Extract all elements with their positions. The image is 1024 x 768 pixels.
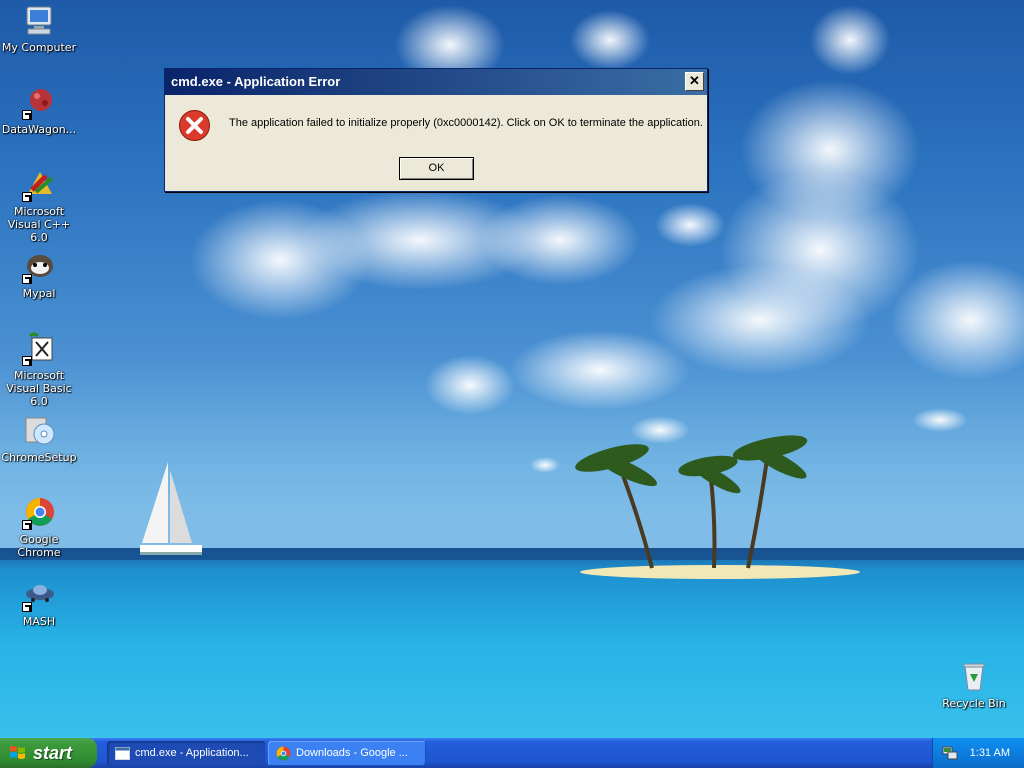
- error-icon: [179, 110, 210, 141]
- desktop-icon-label: DataWagon...: [1, 123, 77, 136]
- chrome-icon: [276, 746, 291, 761]
- desktop-icon-label: Google Chrome: [17, 533, 61, 559]
- taskbar-button-cmd[interactable]: cmd.exe - Application...: [107, 741, 265, 766]
- window-icon: [115, 747, 130, 760]
- desktop-icon-label: Mypal: [22, 287, 56, 300]
- desktop-icon-chromesetup[interactable]: ChromeSetup: [0, 414, 78, 464]
- task-label: cmd.exe - Application...: [135, 747, 249, 759]
- desktop-icon-mash[interactable]: MASH: [0, 578, 78, 628]
- windows-logo-icon: [10, 746, 25, 759]
- desktop-icon-label: Microsoft Visual C++ 6.0: [7, 205, 71, 244]
- desktop-icon-visual-basic[interactable]: Microsoft Visual Basic 6.0: [0, 332, 78, 408]
- recycle-bin-icon: [957, 660, 991, 694]
- desktop-icon-google-chrome[interactable]: Google Chrome: [0, 496, 78, 559]
- start-label: start: [33, 743, 73, 763]
- my-computer-icon: [22, 4, 56, 38]
- desktop-icon-my-computer[interactable]: My Computer: [0, 4, 78, 54]
- clock[interactable]: 1:31 AM: [970, 738, 1010, 768]
- desktop-icon-label: Recycle Bin: [942, 697, 1006, 710]
- close-button[interactable]: ✕: [685, 72, 704, 91]
- taskbar-button-downloads[interactable]: Downloads - Google ...: [268, 741, 426, 766]
- desktop-icon-label: My Computer: [1, 41, 77, 54]
- error-dialog: cmd.exe - Application Error ✕ The applic…: [164, 68, 708, 192]
- desktop-icon-label: ChromeSetup: [1, 451, 77, 464]
- desktop: My Computer DataWagon... Microsoft Visua…: [0, 0, 1024, 738]
- system-tray: 1:31 AM: [932, 738, 1024, 768]
- network-icon[interactable]: [942, 745, 958, 761]
- mypal-icon: [22, 250, 56, 284]
- start-button[interactable]: start: [0, 738, 97, 768]
- task-label: Downloads - Google ...: [296, 747, 408, 759]
- visual-basic-icon: [22, 332, 56, 366]
- desktop-icon-datawagon[interactable]: DataWagon...: [0, 86, 78, 136]
- desktop-icon-recycle-bin[interactable]: Recycle Bin: [935, 660, 1013, 710]
- installer-icon: [22, 414, 56, 448]
- close-icon: ✕: [689, 73, 700, 88]
- desktop-icon-label: MASH: [22, 615, 56, 628]
- chrome-icon: [22, 496, 56, 530]
- desktop-icon-mypal[interactable]: Mypal: [0, 250, 78, 300]
- visual-cpp-icon: [22, 168, 56, 202]
- desktop-icon-label: Microsoft Visual Basic 6.0: [6, 369, 72, 408]
- desktop-icon-visual-cpp[interactable]: Microsoft Visual C++ 6.0: [0, 168, 78, 244]
- dialog-title: cmd.exe - Application Error: [171, 74, 341, 89]
- dialog-message: The application failed to initialize pro…: [229, 117, 703, 129]
- mash-icon: [22, 578, 56, 612]
- datawagon-icon: [22, 86, 56, 120]
- taskbar: start cmd.exe - Application... Downloads…: [0, 738, 1024, 768]
- dialog-titlebar[interactable]: cmd.exe - Application Error ✕: [165, 69, 707, 95]
- ok-button[interactable]: OK: [399, 157, 474, 180]
